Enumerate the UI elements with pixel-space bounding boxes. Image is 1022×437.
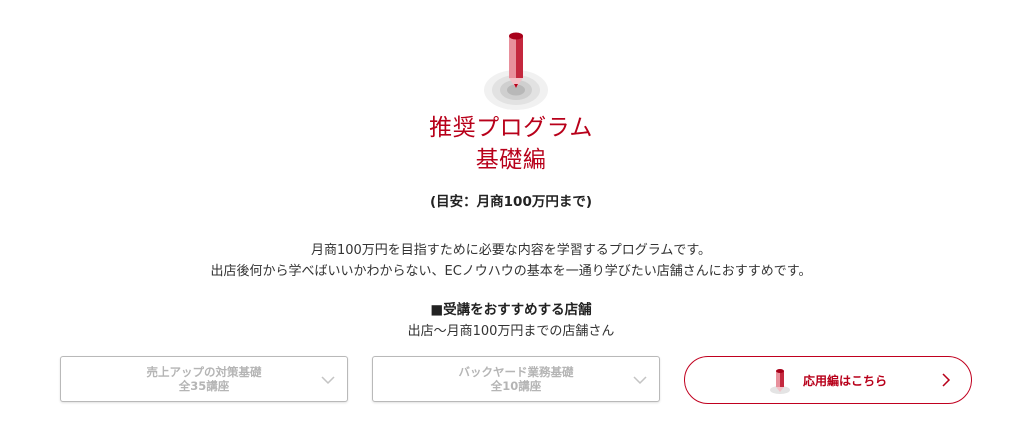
program-title: 推奨プログラム — [429, 115, 593, 141]
course-card-count: 全10講座 — [490, 379, 542, 393]
chevron-right-icon — [942, 373, 951, 387]
pencil-icon — [769, 369, 790, 394]
course-card-title: 売上アップの対策基礎 — [146, 365, 262, 379]
course-card-title: バックヤード業務基礎 — [458, 365, 574, 379]
program-description: 月商100万円を目指すために必要な内容を学習するプログラムです。 出店後何から学… — [0, 240, 1022, 282]
course-card-count: 全35講座 — [178, 379, 230, 393]
course-card-sales-basics[interactable]: 売上アップの対策基礎 全35講座 — [60, 356, 348, 402]
advanced-program-label: 応用編はこちら — [802, 373, 887, 388]
course-card-backyard-basics[interactable]: バックヤード業務基礎 全10講座 — [372, 356, 660, 402]
description-line: 出店後何から学べばいいかわからない、ECノウハウの基本を一通り学びたい店舗さんに… — [210, 264, 812, 279]
pencil-target-icon — [484, 32, 548, 110]
recommend-text: 出店〜月商100万円までの店舗さん — [407, 324, 615, 339]
description-line: 月商100万円を目指すために必要な内容を学習するプログラムです。 — [310, 243, 712, 258]
program-subtitle: 基礎編 — [475, 147, 547, 173]
chevron-down-icon — [633, 376, 647, 385]
recommend-heading: ■受講をおすすめする店舗 — [430, 302, 592, 318]
advanced-program-button[interactable]: 応用編はこちら — [684, 356, 972, 404]
chevron-down-icon — [321, 376, 335, 385]
target-note: (目安：月商100万円まで) — [429, 194, 593, 210]
